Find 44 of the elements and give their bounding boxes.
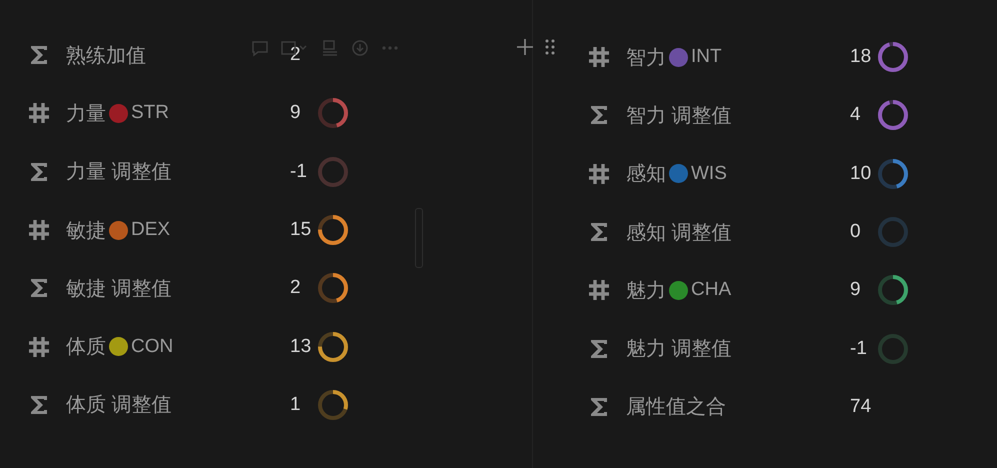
property-name: 魅力 [626,278,666,304]
property-name: 感知 [626,162,666,188]
download-icon[interactable] [350,38,370,58]
hash-icon [28,101,50,126]
hash-icon [28,334,50,359]
hash-icon [588,45,610,70]
property-value: 9 [850,279,862,302]
property-value: 13 [290,336,312,358]
property-name: 敏捷 [66,218,106,244]
property-tag: WIS [691,162,727,185]
drag-handle-icon[interactable] [543,37,557,57]
property-name: 力量 [66,102,106,127]
property-value: -1 [290,160,308,183]
property-value: 2 [290,277,302,300]
property-value: 74 [850,396,872,418]
property-name: 体质 调整值 [66,393,172,418]
property-tag: DEX [131,219,170,242]
property-value: -1 [850,338,868,360]
hash-icon [588,162,610,186]
property-tag: STR [131,102,169,124]
hash-icon [28,218,50,242]
property-name: 属性值之合 [626,395,726,420]
property-value: 0 [850,221,862,244]
property-name: 敏捷 调整值 [66,276,172,302]
add-icon[interactable] [515,37,535,57]
property-value: 15 [290,219,312,242]
property-name: 熟练加值 [66,44,146,69]
property-value: 9 [290,102,302,124]
property-name: 体质 [66,335,106,360]
property-name: 感知 调整值 [626,220,732,246]
layout-icon[interactable] [320,38,340,58]
property-value: 18 [850,46,872,68]
property-tag: CON [131,336,174,358]
property-value: 4 [850,104,862,126]
property-name: 智力 [626,46,666,71]
property-tag: INT [691,46,722,68]
property-value: 2 [290,44,302,66]
hash-icon [588,278,610,302]
property-name: 智力 调整值 [626,104,732,129]
property-value: 10 [850,162,872,185]
property-tag: CHA [691,279,732,302]
property-name: 魅力 调整值 [626,337,732,362]
property-name: 力量 调整值 [66,160,172,186]
property-value: 1 [290,394,302,416]
